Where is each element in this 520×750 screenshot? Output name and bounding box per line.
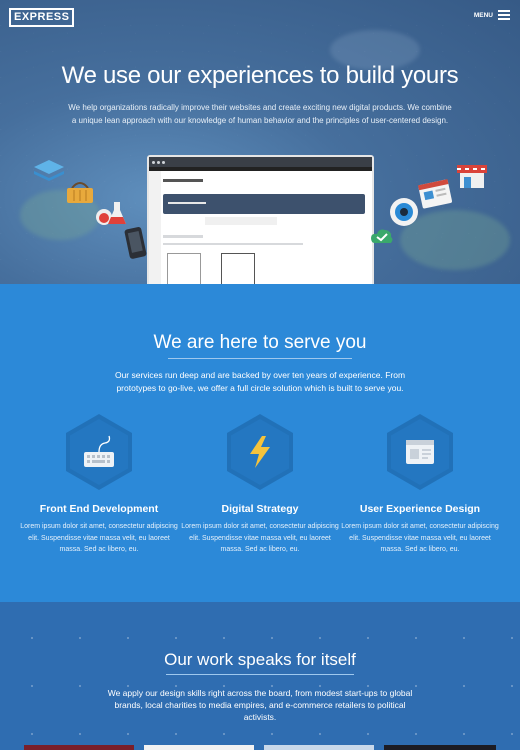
service-text: Lorem ipsum dolor sit amet, consectetur … xyxy=(181,523,339,553)
keyboard-icon xyxy=(84,435,114,467)
services-lead: Our services run deep and are backed by … xyxy=(114,370,406,393)
menu-label: MENU xyxy=(473,11,493,19)
store-icon xyxy=(457,165,487,188)
browser-mockup xyxy=(147,155,374,284)
work-text: We apply our design skills right across … xyxy=(107,688,413,722)
lightning-icon xyxy=(250,436,270,468)
service-text: Lorem ipsum dolor sit amet, consectetur … xyxy=(20,523,178,553)
services-title: We are here to serve you xyxy=(153,332,367,353)
cloud-check-icon xyxy=(371,229,393,243)
portfolio-thumbnail[interactable] xyxy=(264,745,374,750)
mock-banner xyxy=(163,194,365,214)
browser-titlebar xyxy=(149,157,372,167)
hero-section: EXPRESS MENU We use our experiences to b… xyxy=(0,0,520,284)
hero-text: We help organizations radically improve … xyxy=(68,103,452,125)
menu-button[interactable]: MENU xyxy=(474,10,510,20)
stack-icon xyxy=(34,160,64,181)
service-title: User Experience Design xyxy=(359,503,481,515)
browser-window-icon xyxy=(406,440,434,464)
service-title: Digital Strategy xyxy=(221,503,299,515)
portfolio-thumbnail[interactable] xyxy=(24,745,134,750)
shopping-basket-icon xyxy=(67,182,93,203)
title-divider xyxy=(166,674,354,675)
service-text: Lorem ipsum dolor sit amet, consectetur … xyxy=(341,523,499,553)
smartphone-icon xyxy=(124,227,147,259)
web-page-icon xyxy=(418,179,453,209)
title-divider xyxy=(168,358,352,359)
portfolio-thumbnail[interactable] xyxy=(384,745,496,750)
hexagon-badge xyxy=(227,414,293,490)
hamburger-icon xyxy=(498,10,510,20)
hexagon-badge xyxy=(387,414,453,490)
services-section: We are here to serve you Our services ru… xyxy=(0,284,520,602)
portfolio-thumbnail[interactable] xyxy=(144,745,254,750)
hero-title: We use our experiences to build yours xyxy=(61,62,459,89)
hexagon-badge xyxy=(66,414,132,490)
work-title: Our work speaks for itself xyxy=(164,650,356,669)
logo[interactable]: EXPRESS xyxy=(9,8,75,27)
work-section: Our work speaks for itself We apply our … xyxy=(0,602,520,750)
lab-flask-icon xyxy=(96,202,126,225)
service-title: Front End Development xyxy=(39,503,159,515)
